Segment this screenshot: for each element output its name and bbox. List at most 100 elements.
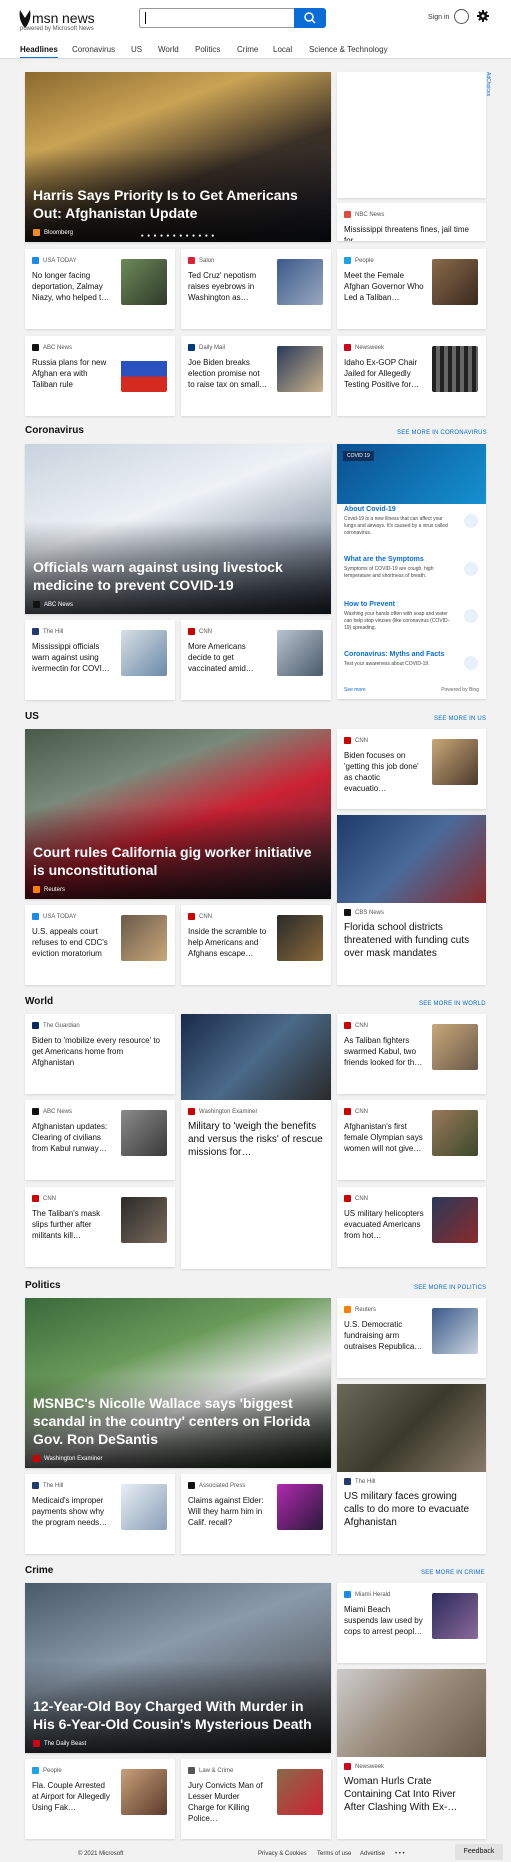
news-card[interactable]: CBS News Florida school districts threat… [337, 815, 486, 985]
source-logo-icon [32, 1108, 39, 1115]
terms-link[interactable]: Terms of use [317, 1851, 351, 1857]
hero-source: Washington Examiner [33, 1455, 102, 1462]
card-image [337, 1669, 486, 1757]
powered-by: powered by Microsoft News [20, 26, 94, 32]
news-card[interactable]: The Guardian Biden to 'mobilize every re… [25, 1014, 175, 1094]
tab-world[interactable]: World [158, 45, 179, 54]
thumbnail [432, 739, 478, 785]
news-card[interactable]: CNN As Taliban fighters swarmed Kabul, t… [337, 1014, 486, 1094]
advertise-link[interactable]: Advertise [360, 1851, 385, 1857]
card-image [337, 1384, 486, 1472]
see-more-link[interactable]: SEE MORE IN POLITICS [414, 1285, 486, 1291]
gear-icon[interactable] [477, 10, 489, 22]
hero-card[interactable]: Court rules California gig worker initia… [25, 729, 331, 899]
section-name[interactable]: news [62, 10, 95, 26]
news-card[interactable]: Newsweek Idaho Ex-GOP Chair Jailed for A… [337, 336, 486, 416]
search-button[interactable] [294, 8, 326, 28]
hero-title[interactable]: 12-Year-Old Boy Charged With Murder in H… [33, 1697, 321, 1733]
covid-item[interactable]: How to Prevent Washing your hands often w… [344, 601, 454, 632]
news-card[interactable]: USA TODAY No longer facing deportation, … [25, 249, 175, 329]
source-logo-icon [188, 344, 195, 351]
news-card[interactable]: ABC News Russia plans for new Afghan era… [25, 336, 175, 416]
news-card[interactable]: Salon Ted Cruz' nepotism raises eyebrows… [181, 249, 331, 329]
source-logo-icon [344, 1591, 351, 1598]
news-card[interactable]: People Meet the Female Afghan Governor W… [337, 249, 486, 329]
hero-card[interactable]: 12-Year-Old Boy Charged With Murder in H… [25, 1583, 331, 1753]
hero-card[interactable]: Officials warn against using livestock m… [25, 444, 331, 614]
tab-science-technology[interactable]: Science & Technology [309, 45, 388, 54]
brand-name: msn [32, 10, 59, 26]
tab-local[interactable]: Local [273, 45, 292, 54]
more-icon[interactable]: • • • [395, 1851, 405, 1857]
news-card[interactable]: Law & Crime Jury Convicts Man of Lesser … [181, 1759, 331, 1839]
card-image [181, 1014, 331, 1100]
hero-card[interactable]: MSNBC's Nicolle Wallace says 'biggest sc… [25, 1298, 331, 1468]
source-logo-icon [32, 1767, 39, 1774]
news-card[interactable]: CNN Biden focuses on 'getting this job d… [337, 729, 486, 809]
signin-link[interactable]: Sign in [428, 14, 449, 21]
news-card[interactable]: USA TODAY U.S. appeals court refuses to … [25, 905, 175, 985]
source-logo-icon [32, 913, 39, 920]
see-more-link[interactable]: SEE MORE IN WORLD [419, 1001, 486, 1007]
info-icon [464, 514, 478, 528]
hero-title[interactable]: Harris Says Priority Is to Get Americans… [33, 186, 321, 222]
see-more-link[interactable]: SEE MORE IN CORONAVIRUS [397, 430, 487, 436]
news-card[interactable]: Newsweek Woman Hurls Crate Containing Ca… [337, 1669, 486, 1839]
tab-us[interactable]: US [131, 45, 142, 54]
news-card[interactable]: CNN Inside the scramble to help American… [181, 905, 331, 985]
source-logo-icon [32, 257, 39, 264]
source-logo-icon [32, 628, 39, 635]
thumbnail [121, 1110, 167, 1156]
feedback-button[interactable]: Feedback [455, 1844, 503, 1860]
search-input[interactable] [139, 8, 297, 28]
hero-card[interactable]: Harris Says Priority Is to Get Americans… [25, 72, 331, 242]
footer: © 2021 Microsoft Privacy & Cookies Terms… [0, 1848, 511, 1862]
hero-title[interactable]: Officials warn against using livestock m… [33, 558, 321, 594]
news-card[interactable]: CNN More Americans decide to get vaccina… [181, 620, 331, 700]
thumbnail [432, 1593, 478, 1639]
source-logo-icon [344, 1108, 351, 1115]
news-card[interactable]: The Hill US military faces growing calls… [337, 1384, 486, 1554]
thumbnail [277, 915, 323, 961]
covid-panel: COVID 19 About Covid-19 Covid-19 is a new… [337, 444, 486, 699]
source-logo-icon [344, 1306, 351, 1313]
news-card[interactable]: People Fla. Couple Arrested at Airport f… [25, 1759, 175, 1839]
tab-headlines[interactable]: Headlines [20, 45, 58, 59]
news-card[interactable]: Reuters U.S. Democratic fundraising arm … [337, 1298, 486, 1378]
news-card[interactable]: The Hill Medicaid's improper payments sh… [25, 1474, 175, 1554]
ad-slot[interactable] [337, 72, 486, 198]
news-card[interactable]: NBC News Mississippi threatens fines, ja… [337, 203, 486, 241]
avatar-icon[interactable] [454, 9, 469, 24]
tab-coronavirus[interactable]: Coronavirus [72, 45, 115, 54]
news-card[interactable]: CNN The Taliban's mask slips further aft… [25, 1187, 175, 1267]
hero-title[interactable]: Court rules California gig worker initia… [33, 843, 321, 879]
carousel-dots[interactable]: ● ● ● ● ● ● ● ● ● ● ● ● [25, 233, 331, 239]
hero-source: The Daily Beast [33, 1740, 86, 1747]
news-card[interactable]: CNN US military helicopters evacuated Am… [337, 1187, 486, 1267]
news-card[interactable]: ABC News Afghanistan updates: Clearing o… [25, 1100, 175, 1180]
news-card[interactable]: The Hill Mississippi officials warn agai… [25, 620, 175, 700]
tab-politics[interactable]: Politics [195, 45, 220, 54]
news-card[interactable]: Daily Mail Joe Biden breaks election pro… [181, 336, 331, 416]
see-more-link[interactable]: See more [344, 687, 366, 693]
news-card[interactable]: Associated Press Claims against Elder: W… [181, 1474, 331, 1554]
thumbnail [277, 630, 323, 676]
news-card[interactable]: Washington Examiner Military to 'weigh t… [181, 1014, 331, 1269]
thumbnail [277, 1484, 323, 1530]
see-more-link[interactable]: SEE MORE IN CRIME [421, 1570, 485, 1576]
covid-item[interactable]: What are the Symptoms Symptoms of COVID-1… [344, 556, 454, 580]
hero-title[interactable]: MSNBC's Nicolle Wallace says 'biggest sc… [33, 1394, 321, 1448]
covid-item[interactable]: About Covid-19 Covid-19 is a new illness … [344, 506, 454, 537]
covid-item[interactable]: Coronavirus: Myths and Facts Test your aw… [344, 651, 454, 668]
source-logo-icon [33, 601, 40, 608]
privacy-link[interactable]: Privacy & Cookies [258, 1851, 307, 1857]
thumbnail [121, 915, 167, 961]
news-card[interactable]: CNN Afghanistan's first female Olympian … [337, 1100, 486, 1180]
news-card[interactable]: Miami Herald Miami Beach suspends law us… [337, 1583, 486, 1663]
adchoices-label[interactable]: AdChoices [485, 72, 491, 96]
thumbnail [121, 259, 167, 305]
msn-logo[interactable]: msn news powered by Microsoft News [18, 8, 128, 38]
hero-source: ABC News [33, 601, 73, 608]
tab-crime[interactable]: Crime [237, 45, 258, 54]
see-more-link[interactable]: SEE MORE IN US [434, 716, 486, 722]
